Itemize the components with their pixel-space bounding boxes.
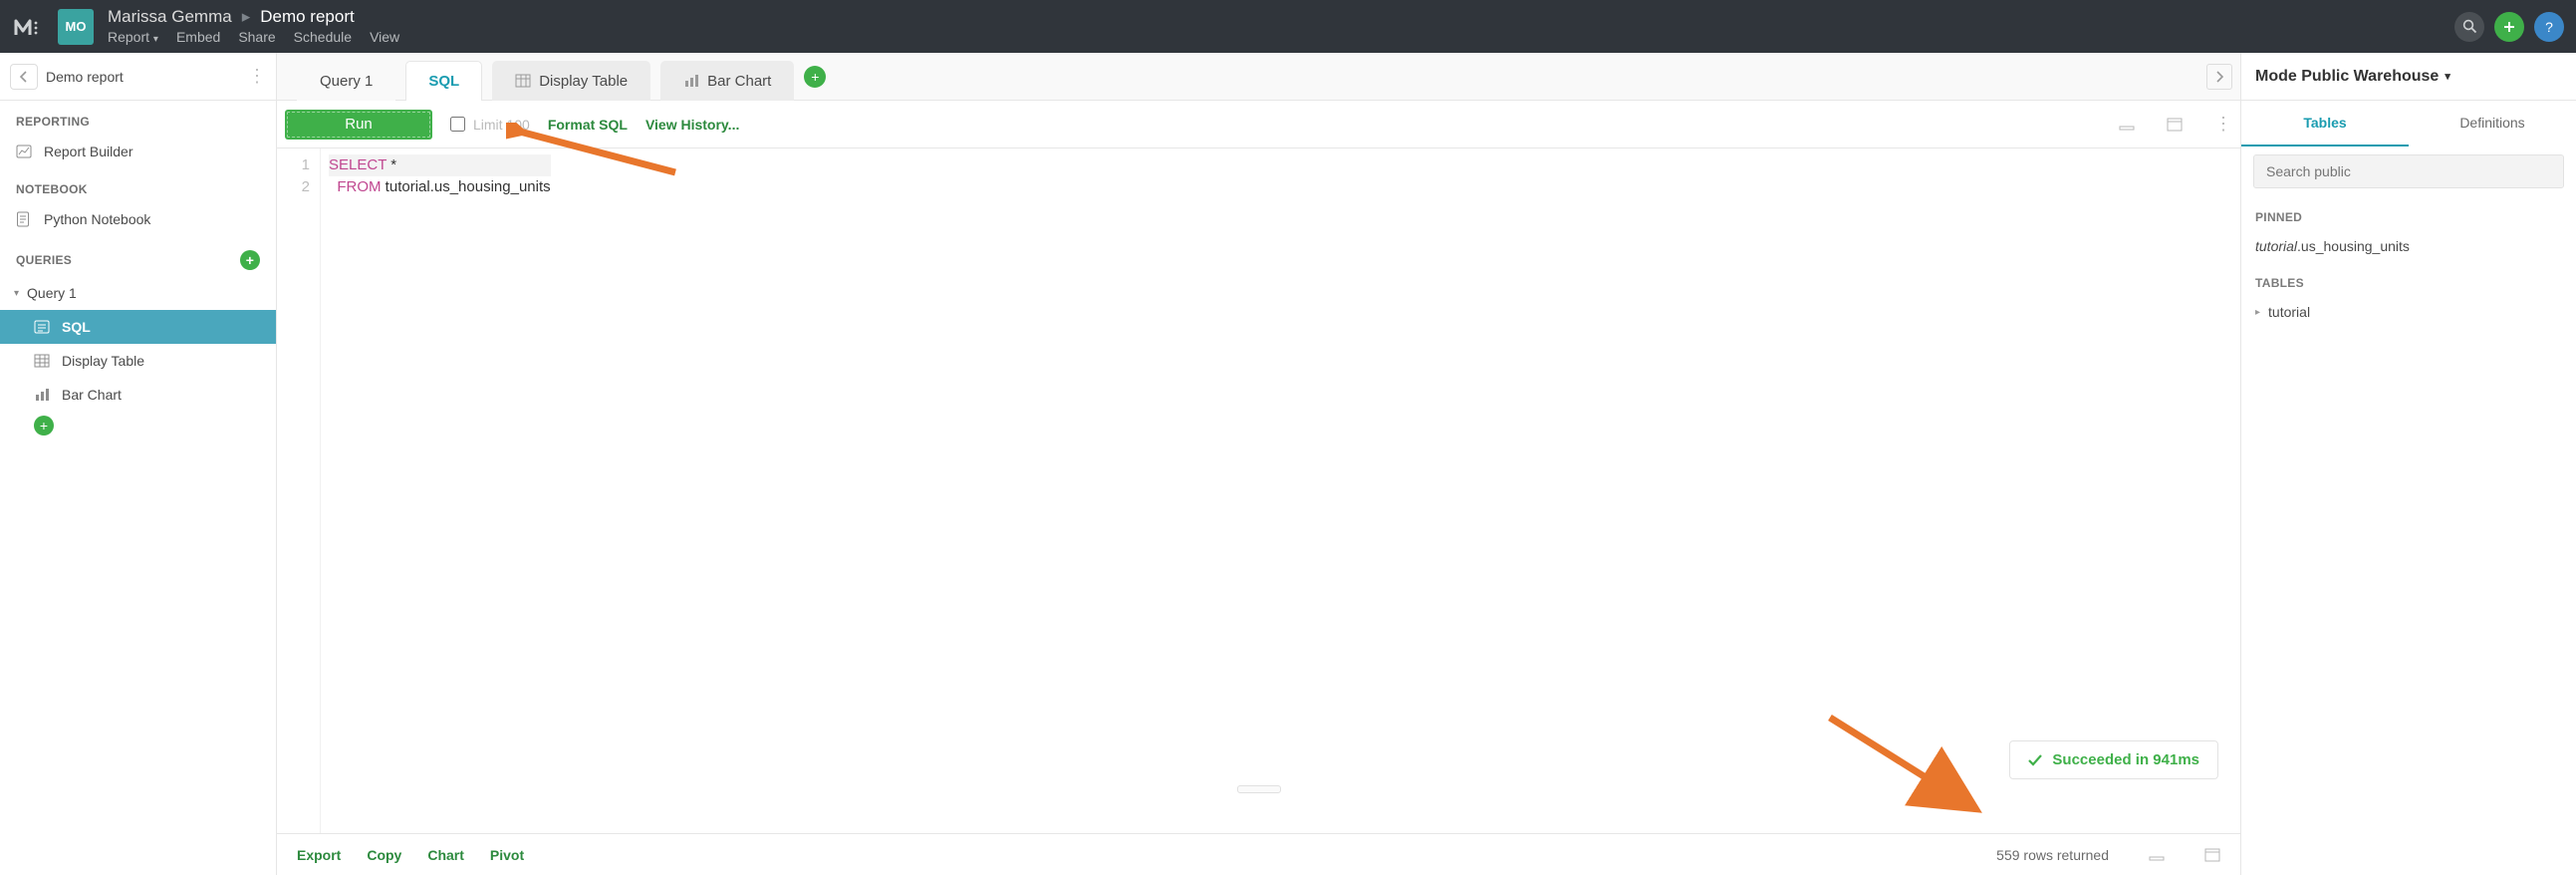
schema-tree-item[interactable]: ▸ tutorial (2241, 296, 2576, 328)
sql-keyword: FROM (337, 178, 381, 195)
table-icon (34, 354, 52, 368)
notebook-icon (16, 211, 34, 227)
sidebar-item-python-notebook[interactable]: Python Notebook (0, 202, 276, 236)
minimize-icon[interactable] (2119, 119, 2135, 131)
sidebar-item-label: Python Notebook (44, 211, 150, 227)
plus-icon: + (34, 416, 54, 436)
datasource-selector[interactable]: Mode Public Warehouse ▾ (2241, 53, 2576, 101)
pivot-button[interactable]: Pivot (490, 847, 524, 863)
caret-right-icon: ▸ (2255, 307, 2260, 318)
tabs-next-button[interactable] (2206, 64, 2232, 90)
sidebar-item-display-table[interactable]: Display Table (0, 344, 276, 378)
bar-chart-icon (34, 388, 52, 402)
sidebar-item-label: Report Builder (44, 144, 133, 159)
sidebar-section-reporting: REPORTING (0, 101, 276, 135)
rpanel-tab-definitions[interactable]: Definitions (2409, 101, 2576, 146)
resize-handle[interactable] (1237, 785, 1281, 793)
user-avatar[interactable]: MO (58, 9, 94, 45)
sidebar-item-bar-chart[interactable]: Bar Chart (0, 378, 276, 412)
add-tab-button[interactable]: + (804, 66, 826, 88)
rows-returned-label: 559 rows returned (1996, 847, 2109, 863)
sidebar-item-label: SQL (62, 319, 91, 335)
sidebar-query-name: Query 1 (27, 285, 77, 301)
run-button[interactable]: Run (285, 110, 432, 140)
caret-down-icon: ▾ (14, 288, 19, 299)
rpanel-tab-tables[interactable]: Tables (2241, 101, 2409, 146)
add-button[interactable] (2494, 12, 2524, 42)
maximize-results-icon[interactable] (2204, 848, 2220, 862)
breadcrumb-report[interactable]: Demo report (260, 8, 354, 25)
annotation-arrow (1822, 710, 1991, 819)
menu-view[interactable]: View (370, 29, 399, 45)
sidebar-item-sql[interactable]: SQL (0, 310, 276, 344)
caret-down-icon: ▾ (2445, 70, 2450, 83)
more-icon[interactable]: ⋮ (2214, 114, 2232, 135)
tab-label: Bar Chart (707, 73, 771, 90)
app-logo[interactable] (12, 13, 44, 41)
menu-schedule[interactable]: Schedule (294, 29, 352, 45)
export-button[interactable]: Export (297, 847, 341, 863)
bar-chart-icon (683, 74, 699, 88)
copy-button[interactable]: Copy (367, 847, 401, 863)
sidebar-menu-button[interactable]: ⋮ (248, 66, 266, 87)
help-button[interactable]: ? (2534, 12, 2564, 42)
sql-keyword: SELECT (329, 156, 386, 173)
maximize-icon[interactable] (2167, 118, 2183, 132)
sidebar-query-row[interactable]: ▾ Query 1 (0, 276, 276, 310)
pinned-table-item[interactable]: tutorial.us_housing_units (2241, 230, 2576, 262)
limit-label: Limit 100 (473, 117, 530, 133)
sql-editor[interactable]: 12 SELECT * FROM tutorial.us_housing_uni… (277, 148, 2240, 833)
search-button[interactable] (2454, 12, 2484, 42)
sidebar-section-queries: QUERIES + (0, 236, 276, 276)
menu-report[interactable]: Report ▾ (108, 29, 158, 45)
chart-button[interactable]: Chart (427, 847, 464, 863)
tab-sql[interactable]: SQL (405, 61, 482, 101)
sql-text: * (386, 156, 396, 173)
sidebar-item-label: Display Table (62, 353, 144, 369)
sidebar-item-report-builder[interactable]: Report Builder (0, 135, 276, 168)
tab-display-table[interactable]: Display Table (492, 61, 650, 101)
rpanel-pinned-label: PINNED (2241, 196, 2576, 230)
breadcrumb-separator: ▸ (242, 8, 251, 25)
rpanel-tables-label: TABLES (2241, 262, 2576, 296)
chart-line-icon (16, 145, 34, 158)
table-icon (515, 74, 531, 88)
sidebar-add-view-button[interactable]: + (0, 412, 276, 444)
format-sql-button[interactable]: Format SQL (548, 117, 628, 133)
tab-label: Display Table (539, 73, 628, 90)
limit-checkbox-input[interactable] (450, 117, 465, 132)
line-gutter: 12 (277, 148, 321, 833)
sql-icon (34, 320, 52, 334)
tab-bar-chart[interactable]: Bar Chart (660, 61, 794, 101)
menu-embed[interactable]: Embed (176, 29, 220, 45)
sidebar-section-notebook: NOTEBOOK (0, 168, 276, 202)
view-history-button[interactable]: View History... (645, 117, 739, 133)
menu-share[interactable]: Share (238, 29, 275, 45)
tab-query[interactable]: Query 1 (297, 61, 395, 101)
check-icon (2028, 754, 2042, 766)
sidebar-item-label: Bar Chart (62, 387, 122, 403)
sidebar-title: Demo report (46, 69, 240, 85)
status-chip: Succeeded in 941ms (2009, 740, 2218, 779)
minimize-results-icon[interactable] (2149, 849, 2165, 861)
breadcrumb-user[interactable]: Marissa Gemma (108, 8, 232, 25)
limit-checkbox[interactable]: Limit 100 (450, 117, 530, 133)
sidebar-back-button[interactable] (10, 64, 38, 90)
sql-text: tutorial.us_housing_units (382, 178, 551, 195)
add-query-button[interactable]: + (240, 250, 260, 270)
schema-search-input[interactable] (2253, 154, 2564, 188)
